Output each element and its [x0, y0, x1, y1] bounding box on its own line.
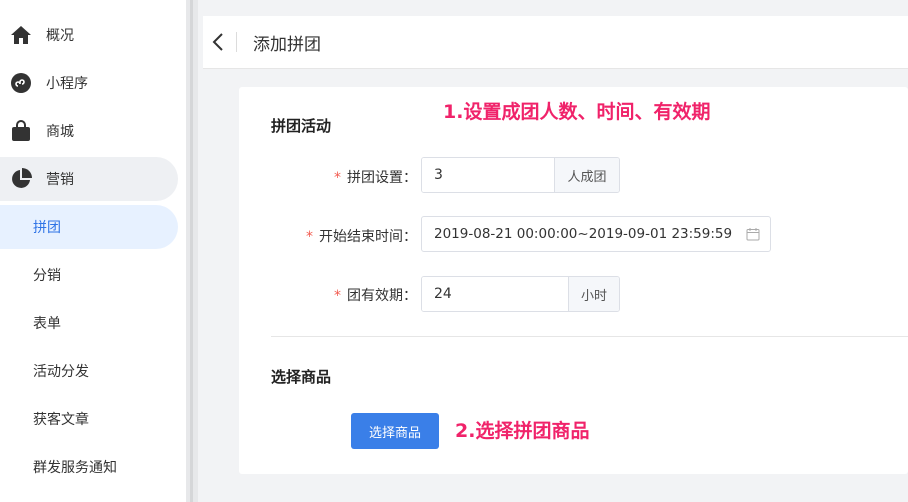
sidebar-item-mini-program[interactable]: 小程序 — [0, 61, 178, 105]
header-separator — [236, 32, 237, 52]
sidebar-item-articles[interactable]: 获客文章 — [0, 397, 178, 441]
required-mark: * — [334, 170, 341, 186]
time-range-label: * 开始结束时间： — [306, 229, 417, 245]
group-size-addon: 人成团 — [554, 158, 619, 192]
main-content: 添加拼团 拼团活动 *拼团设置： 人成团 *开始结束时间： 2019-08-21… — [198, 0, 908, 502]
mini-program-icon — [10, 72, 32, 94]
sidebar-item-label: 分销 — [33, 268, 61, 284]
sidebar-item-label: 表单 — [33, 316, 61, 332]
pie-chart-icon — [10, 168, 32, 190]
home-icon — [10, 24, 32, 46]
sidebar-item-notifications[interactable]: 群发服务通知 — [0, 445, 178, 489]
sidebar-item-label: 群发服务通知 — [33, 460, 117, 476]
calendar-icon — [746, 227, 760, 241]
annotation-step-1: 1.设置成团人数、时间、有效期 — [443, 101, 711, 123]
back-button[interactable] — [209, 30, 229, 54]
sidebar-item-label: 营销 — [46, 172, 74, 188]
sidebar-item-overview[interactable]: 概况 — [0, 13, 178, 57]
page-title: 添加拼团 — [253, 35, 321, 55]
page-header: 添加拼团 — [203, 16, 908, 69]
valid-period-field: 小时 — [421, 276, 620, 312]
sidebar-item-distribution[interactable]: 分销 — [0, 253, 178, 297]
group-size-field: 人成团 — [421, 157, 620, 193]
date-range-picker[interactable]: 2019-08-21 00:00:00 ~ 2019-09-01 23:59:5… — [421, 216, 771, 252]
group-size-input[interactable] — [422, 158, 554, 192]
sidebar: 概况 小程序 商城 营销 拼团 分销 表单 活动分发 获客文章 群发服务通知 — [0, 0, 186, 502]
sidebar-item-label: 小程序 — [46, 76, 88, 92]
sidebar-item-label: 拼团 — [33, 220, 61, 236]
end-date-value: 2019-09-01 23:59:59 — [588, 226, 733, 242]
range-separator: ~ — [577, 226, 589, 242]
sidebar-item-forms[interactable]: 表单 — [0, 301, 178, 345]
start-date-value: 2019-08-21 00:00:00 — [434, 226, 578, 242]
sidebar-item-activity-distribution[interactable]: 活动分发 — [0, 349, 178, 393]
sidebar-item-group-buy[interactable]: 拼团 — [0, 205, 178, 249]
section-title-select-product: 选择商品 — [271, 368, 332, 386]
section-title-group-buy: 拼团活动 — [271, 117, 332, 135]
group-size-label: * 拼团设置： — [334, 170, 417, 186]
valid-period-label: * 团有效期： — [334, 288, 417, 304]
select-product-button[interactable]: 选择商品 — [351, 413, 439, 449]
sidebar-item-label: 活动分发 — [33, 364, 89, 380]
sidebar-item-marketing[interactable]: 营销 — [0, 157, 178, 201]
required-mark: * — [306, 229, 313, 245]
required-mark: * — [334, 288, 341, 304]
valid-period-input[interactable] — [422, 277, 568, 311]
sidebar-item-mall[interactable]: 商城 — [0, 109, 178, 153]
annotation-step-2: 2.选择拼团商品 — [455, 420, 590, 442]
section-divider — [271, 336, 908, 337]
sidebar-item-label: 获客文章 — [33, 412, 89, 428]
shopping-bag-icon — [10, 120, 32, 142]
chevron-left-icon — [212, 33, 223, 51]
sidebar-item-label: 商城 — [46, 124, 74, 140]
sidebar-scrollbar[interactable] — [186, 0, 198, 502]
valid-period-addon: 小时 — [568, 277, 619, 311]
sidebar-item-label: 概况 — [46, 28, 74, 44]
